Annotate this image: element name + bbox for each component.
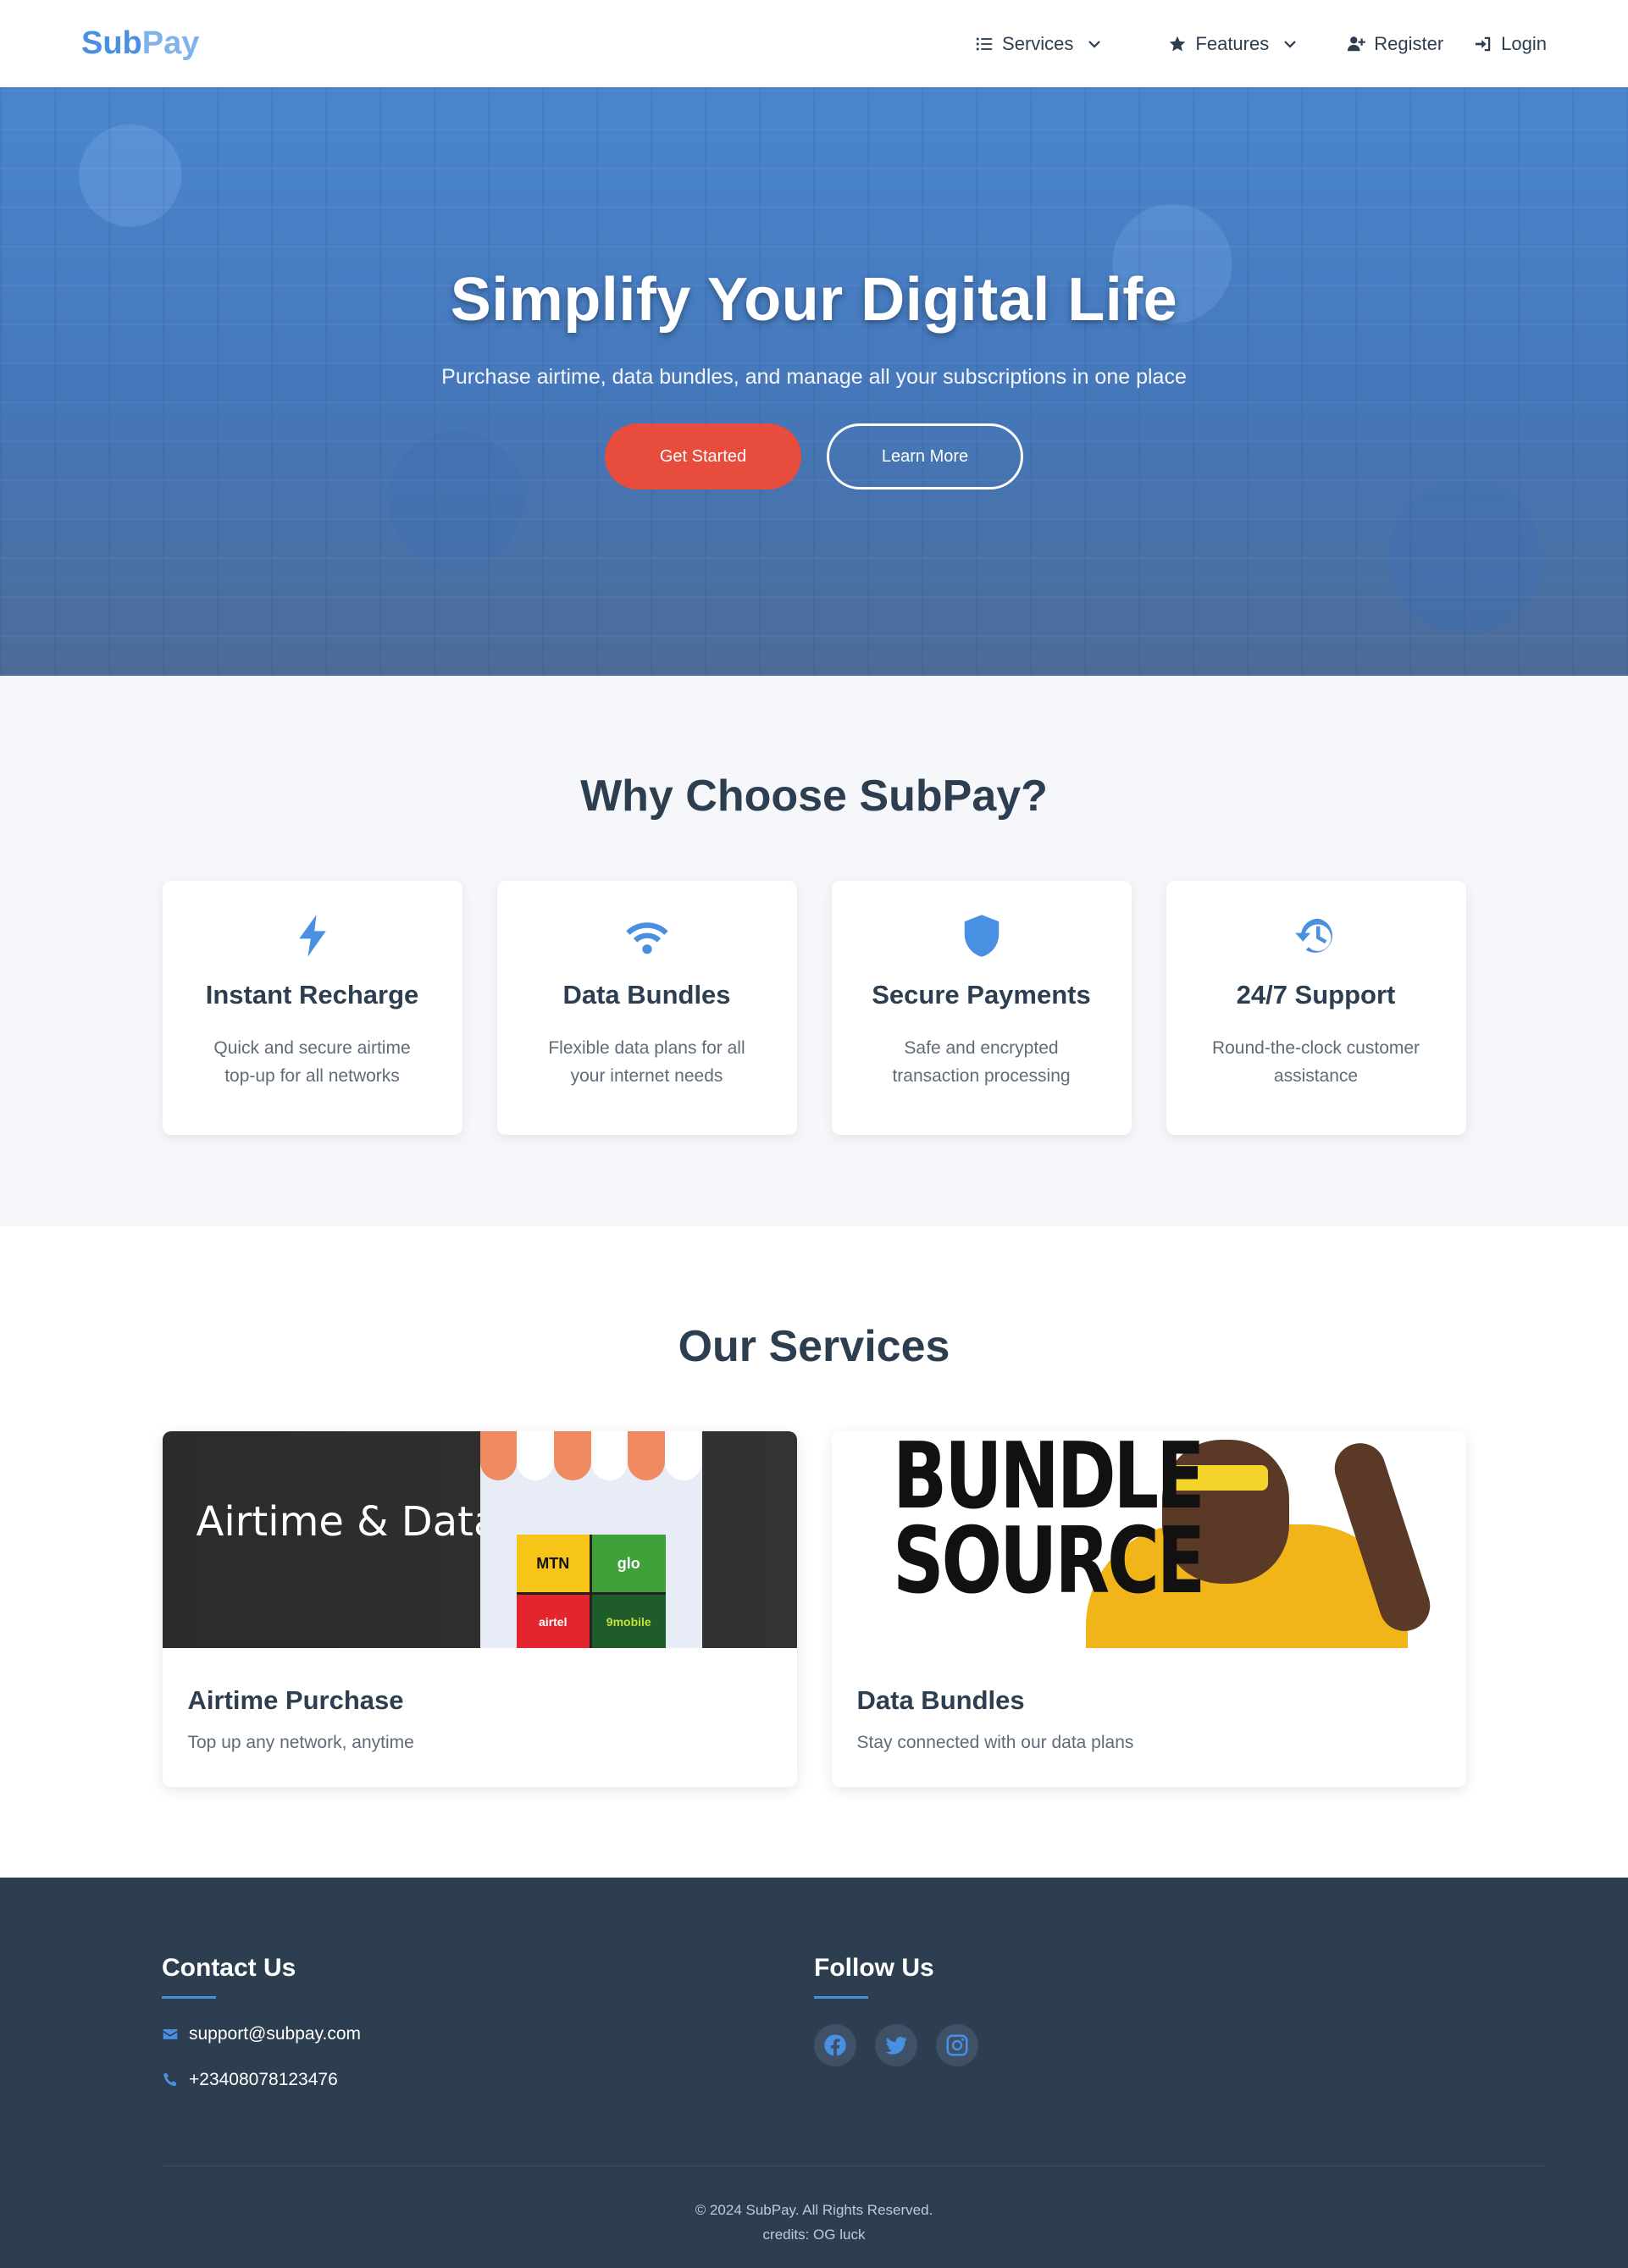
airtime-image-text: Airtime & Data — [196, 1498, 499, 1546]
nav-login-link[interactable]: Login — [1474, 33, 1547, 55]
brand-part2: Pay — [141, 25, 200, 61]
feature-text: Safe and encrypted transaction processin… — [892, 1038, 1071, 1086]
star-icon — [1170, 36, 1186, 51]
nav-services-dropdown[interactable]: Services — [975, 33, 1102, 55]
instagram-link[interactable] — [936, 2024, 978, 2066]
feature-title: 24/7 Support — [1236, 980, 1396, 1010]
service-text: Top up any network, anytime — [187, 1733, 414, 1752]
footer-bottom: © 2024 SubPay. All Rights Reserved. cred… — [0, 2198, 1628, 2247]
why-title: Why Choose SubPay? — [580, 772, 1048, 821]
shield-icon — [964, 915, 999, 957]
facebook-link[interactable] — [814, 2024, 856, 2066]
contact-column: Contact Us support@subpay.com +234080781… — [162, 1954, 814, 2090]
brand-part1: Sub — [81, 25, 142, 61]
list-icon — [976, 37, 993, 50]
service-card-data-bundles[interactable]: BUNDLE SOURCE Data Bundles Stay connecte… — [831, 1431, 1466, 1787]
follow-column: Follow Us — [814, 1954, 1466, 2090]
contact-email[interactable]: support@subpay.com — [162, 2024, 814, 2044]
user-plus-icon — [1348, 36, 1365, 51]
wifi-icon — [625, 922, 668, 954]
instagram-icon — [946, 2034, 968, 2056]
copyright-text: © 2024 SubPay. All Rights Reserved. — [695, 2202, 933, 2218]
feature-text: Flexible data plans for all your interne… — [548, 1038, 745, 1086]
title-underline — [162, 1996, 216, 1999]
email-text: support@subpay.com — [189, 2024, 362, 2044]
why-choose-section: Why Choose SubPay? Instant Recharge Quic… — [0, 676, 1628, 1226]
footer: Contact Us support@subpay.com +234080781… — [0, 1878, 1628, 2268]
service-title: Data Bundles — [856, 1685, 1025, 1715]
feature-title: Secure Payments — [872, 980, 1091, 1010]
airtime-image: Airtime & Data MTN glo airtel 9mobile — [162, 1431, 797, 1648]
feature-text: Round-the-clock customer assistance — [1211, 1038, 1420, 1086]
feature-title: Instant Recharge — [205, 980, 419, 1010]
features-grid: Instant Recharge Quick and secure airtim… — [0, 881, 1628, 1135]
sign-in-icon — [1475, 36, 1491, 51]
feature-title: Data Bundles — [562, 980, 731, 1010]
facebook-icon — [824, 2034, 846, 2056]
bundle-image-text: BUNDLE SOURCE — [892, 1431, 1205, 1614]
follow-title: Follow Us — [814, 1954, 934, 1982]
services-section: Our Services Airtime & Data MTN glo airt… — [0, 1226, 1628, 1878]
twitter-icon — [885, 2036, 907, 2055]
awning-graphic — [479, 1431, 702, 1480]
bundle-image: BUNDLE SOURCE — [831, 1431, 1466, 1648]
feature-card-data-bundles: Data Bundles Flexible data plans for all… — [496, 881, 797, 1135]
9mobile-logo: 9mobile — [592, 1595, 666, 1648]
title-underline — [814, 1996, 868, 1999]
feature-text: Quick and secure airtime top-up for all … — [213, 1038, 411, 1086]
chevron-down-icon — [1284, 40, 1297, 48]
phone-text: +23408078123476 — [189, 2070, 338, 2089]
history-icon — [1294, 918, 1332, 953]
service-card-airtime[interactable]: Airtime & Data MTN glo airtel 9mobile Ai… — [162, 1431, 797, 1787]
credits-text: credits: OG luck — [762, 2227, 866, 2243]
nav-features-dropdown[interactable]: Features — [1168, 33, 1298, 55]
nav-register-label: Register — [1374, 32, 1444, 54]
envelope-icon — [163, 2029, 178, 2039]
phone-icon — [163, 2072, 177, 2087]
service-text: Stay connected with our data plans — [856, 1733, 1134, 1752]
brand-logo[interactable]: SubPay — [81, 25, 199, 62]
hero-title: Simplify Your Digital Life — [450, 266, 1178, 334]
contact-title: Contact Us — [162, 1954, 296, 1982]
get-started-button[interactable]: Get Started — [605, 423, 801, 490]
twitter-link[interactable] — [875, 2024, 917, 2066]
feature-card-secure-payments: Secure Payments Safe and encrypted trans… — [831, 881, 1132, 1135]
bolt-icon — [298, 915, 326, 957]
hero-subtitle: Purchase airtime, data bundles, and mana… — [441, 365, 1187, 389]
mtn-logo: MTN — [516, 1535, 590, 1592]
chevron-down-icon — [1088, 40, 1101, 48]
learn-more-button[interactable]: Learn More — [827, 423, 1023, 490]
navbar: SubPay Services Features Register Login — [0, 0, 1628, 87]
network-logos-grid: MTN glo airtel 9mobile — [516, 1535, 666, 1648]
glo-logo: glo — [592, 1535, 666, 1592]
contact-phone[interactable]: +23408078123476 — [162, 2070, 814, 2090]
nav-login-label: Login — [1501, 32, 1547, 54]
nav-register-link[interactable]: Register — [1347, 33, 1443, 55]
feature-card-support: 24/7 Support Round-the-clock customer as… — [1166, 881, 1466, 1135]
airtel-logo: airtel — [516, 1595, 590, 1648]
nav-features-label: Features — [1195, 32, 1270, 54]
feature-card-instant-recharge: Instant Recharge Quick and secure airtim… — [162, 881, 462, 1135]
social-links — [814, 2024, 1466, 2066]
nav-services-label: Services — [1002, 32, 1074, 54]
service-title: Airtime Purchase — [187, 1685, 404, 1715]
services-grid: Airtime & Data MTN glo airtel 9mobile Ai… — [0, 1431, 1628, 1787]
hero-section: Simplify Your Digital Life Purchase airt… — [0, 87, 1628, 676]
services-title: Our Services — [678, 1322, 950, 1371]
nav-links: Services Features Register Login — [975, 33, 1547, 55]
